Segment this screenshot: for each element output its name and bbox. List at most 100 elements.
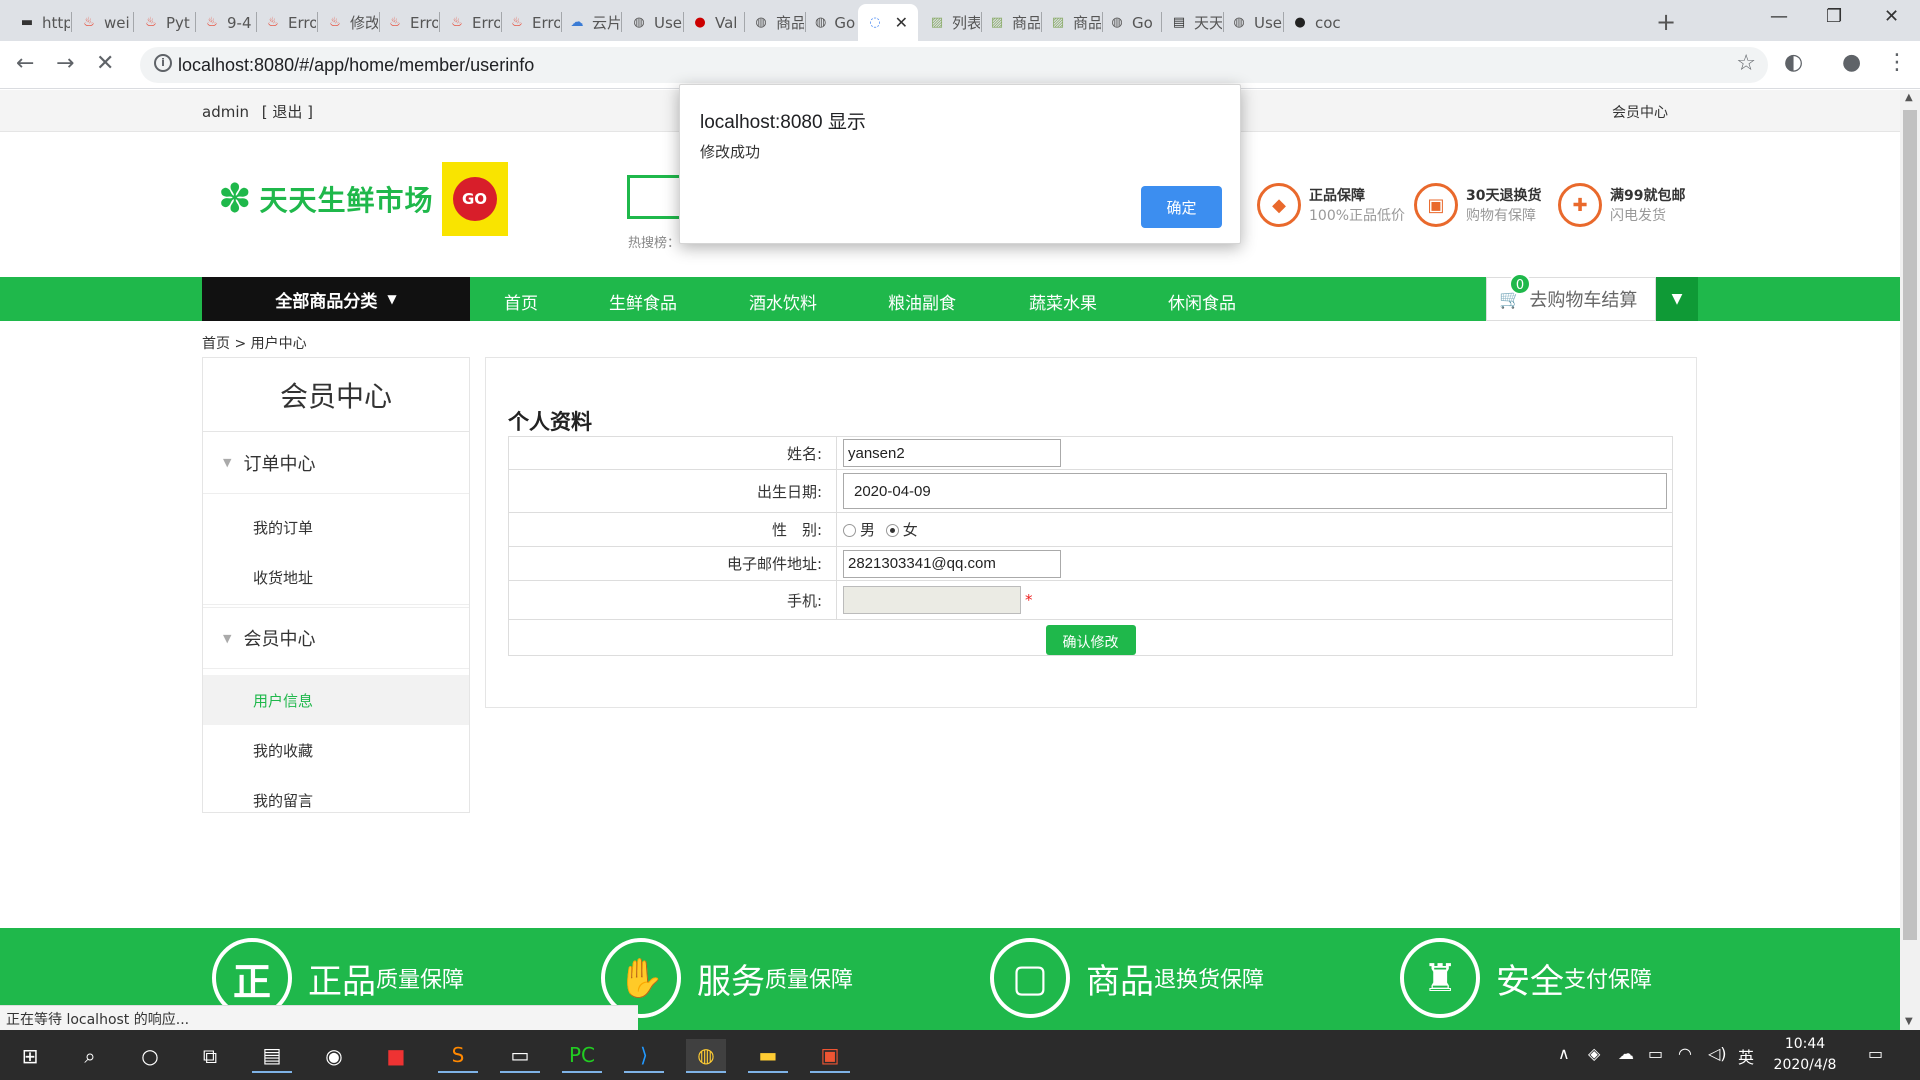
stop-icon[interactable]: ✕ [96, 51, 114, 76]
confirm-edit-button[interactable]: 确认修改 [1045, 624, 1136, 655]
bookmark-star-icon[interactable]: ☆ [1736, 51, 1756, 76]
browser-tab[interactable]: ◍ Use [1222, 4, 1282, 41]
gender-female-radio[interactable] [885, 524, 899, 537]
task-view-icon[interactable]: ⧉ [190, 1039, 230, 1073]
browser-tab[interactable]: ♨ Erro [500, 4, 560, 41]
gender-male-label[interactable]: 男 [860, 521, 875, 539]
logout-link[interactable]: [ 退出 ] [262, 103, 313, 121]
back-icon[interactable]: ← [16, 51, 34, 76]
sidebar-item-favorites[interactable]: 我的收藏 [203, 725, 469, 775]
minimize-button[interactable]: — [1770, 6, 1788, 27]
browser-tab[interactable]: ● coc [1283, 4, 1343, 41]
browser-tab[interactable]: ♨ Erro [440, 4, 500, 41]
browser-tab[interactable]: ◍ Use [622, 4, 682, 41]
vscode-app-icon[interactable]: ⟩ [624, 1039, 664, 1073]
browser-tab[interactable]: ◍ 商品 [744, 4, 804, 41]
youdao-app-icon[interactable]: ■ [376, 1039, 416, 1073]
phone-field[interactable] [843, 586, 1021, 614]
terminal-app-icon[interactable]: ▭ [500, 1039, 540, 1073]
sidebar-group-member[interactable]: ▼ 会员中心 [203, 607, 469, 669]
search-icon[interactable]: ⌕ [70, 1039, 110, 1073]
browser-tab-label: 商品 [1012, 14, 1040, 32]
sidebar-item-user-info[interactable]: 用户信息 [203, 675, 469, 725]
browser-tab[interactable]: ● Val [683, 4, 743, 41]
tray-expand-icon[interactable]: ∧ [1558, 1044, 1570, 1063]
footer-subtitle: 质量保障 [765, 968, 854, 993]
sidebar-item-messages[interactable]: 我的留言 [203, 775, 469, 825]
cortana-icon[interactable]: ○ [130, 1039, 170, 1073]
browser-tab[interactable]: ▨ 列表 [920, 4, 980, 41]
forward-icon[interactable]: → [56, 51, 74, 76]
nav-item[interactable]: 蔬菜水果 [1029, 289, 1097, 314]
sidebar-group-orders[interactable]: ▼ 订单中心 [203, 432, 469, 494]
browser-tab[interactable]: ♨ Pyt [134, 4, 194, 41]
username-link[interactable]: admin [202, 103, 249, 121]
extension-icon[interactable]: ◐ [1784, 50, 1803, 75]
page-scrollbar[interactable]: ▲ ▼ [1900, 90, 1920, 1030]
volume-icon[interactable]: ◁) [1708, 1044, 1727, 1063]
browser-tab[interactable]: ▤ 天天 [1162, 4, 1222, 41]
email-field[interactable] [843, 549, 1061, 578]
profile-icon[interactable]: ● [1842, 50, 1861, 75]
sidebar-item-addresses[interactable]: 收货地址 [203, 552, 469, 602]
scroll-up-icon[interactable]: ▲ [1905, 92, 1913, 103]
nav-item[interactable]: 休闲食品 [1168, 289, 1236, 314]
close-tab-icon[interactable]: ✕ [895, 13, 908, 32]
browser-tab[interactable]: ♨ 9-4 [195, 4, 255, 41]
omnibox[interactable]: i localhost:8080/#/app/home/member/useri… [140, 47, 1768, 83]
flame-icon: ♨ [206, 15, 218, 30]
onedrive-cloud-icon[interactable]: ☁ [1618, 1044, 1634, 1063]
scroll-thumb[interactable] [1903, 110, 1917, 940]
breadcrumb-home[interactable]: 首页 [202, 336, 230, 352]
notes-app-icon[interactable]: ▤ [252, 1039, 292, 1073]
gender-male-radio[interactable] [843, 524, 856, 537]
nav-item[interactable]: 首页 [504, 289, 538, 314]
menu-icon[interactable]: ⋮ [1886, 50, 1908, 75]
nav-item[interactable]: 粮油副食 [888, 289, 956, 314]
browser-tab[interactable]: ◌ ✕ [858, 4, 918, 41]
battery-icon[interactable]: ▭ [1648, 1044, 1663, 1063]
wifi-icon[interactable]: ◠ [1678, 1044, 1692, 1063]
url-text[interactable]: localhost:8080/#/app/home/member/userinf… [178, 55, 534, 76]
chrome-app-icon[interactable]: ◍ [686, 1039, 726, 1073]
browser-tab[interactable]: ◍ Go [805, 4, 857, 41]
close-window-button[interactable]: ✕ [1884, 6, 1899, 27]
browser-tab[interactable]: ♨ Erro [256, 4, 316, 41]
browser-tab[interactable]: ♨ Erro [378, 4, 438, 41]
windows-start-icon[interactable]: ⊞ [10, 1039, 50, 1073]
nav-item[interactable]: 酒水饮料 [749, 289, 817, 314]
browser-app-icon[interactable]: ◉ [314, 1039, 354, 1073]
search-input[interactable] [627, 175, 687, 219]
name-field[interactable] [843, 439, 1061, 467]
gender-female-label[interactable]: 女 [903, 521, 918, 539]
browser-tab[interactable]: ◍ Go [1100, 4, 1160, 41]
site-logo[interactable]: ✽ 天天生鲜市场 GO [218, 162, 508, 236]
browser-tab[interactable]: ☁ 云片 [560, 4, 621, 41]
scroll-down-icon[interactable]: ▼ [1905, 1016, 1913, 1027]
new-tab-button[interactable]: + [1656, 8, 1676, 36]
nav-item[interactable]: 生鲜食品 [609, 289, 677, 314]
birthday-field[interactable] [843, 473, 1667, 509]
dialog-ok-button[interactable]: 确定 [1141, 186, 1222, 228]
all-categories-button[interactable]: 全部商品分类 ▼ [202, 277, 470, 321]
sublime-app-icon[interactable]: S [438, 1039, 478, 1073]
browser-tab[interactable]: ♨ wei [72, 4, 132, 41]
cart-dropdown-button[interactable]: ▼ [1656, 277, 1698, 321]
powerpoint-app-icon[interactable]: ▣ [810, 1039, 850, 1073]
browser-tab[interactable]: ▨ 商品 [1041, 4, 1101, 41]
sidebar-item-my-orders[interactable]: 我的订单 [203, 502, 469, 552]
clock[interactable]: 10:44 2020/4/8 [1770, 1034, 1840, 1076]
cart-button[interactable]: 🛒 0 去购物车结算 [1486, 273, 1656, 321]
network-shield-icon[interactable]: ◈ [1588, 1044, 1600, 1063]
info-icon[interactable]: i [154, 54, 172, 72]
browser-tab[interactable]: ♨ 修改 [318, 4, 378, 41]
browser-tab[interactable]: ▨ 商品 [980, 4, 1040, 41]
member-center-link[interactable]: 会员中心 [1612, 102, 1668, 122]
browser-tab[interactable]: ▬ http [10, 4, 70, 41]
main-nav: 全部商品分类 ▼ 首页 生鲜食品 酒水饮料 粮油副食 蔬菜水果 休闲食品 🛒 0 去购物车… [0, 273, 1900, 321]
pycharm-app-icon[interactable]: PC [562, 1039, 602, 1073]
maximize-button[interactable]: ❐ [1826, 6, 1842, 27]
notifications-icon[interactable]: ▭ [1868, 1044, 1883, 1063]
file-explorer-icon[interactable]: ▬ [748, 1039, 788, 1073]
ime-indicator[interactable]: 英 [1738, 1044, 1754, 1068]
